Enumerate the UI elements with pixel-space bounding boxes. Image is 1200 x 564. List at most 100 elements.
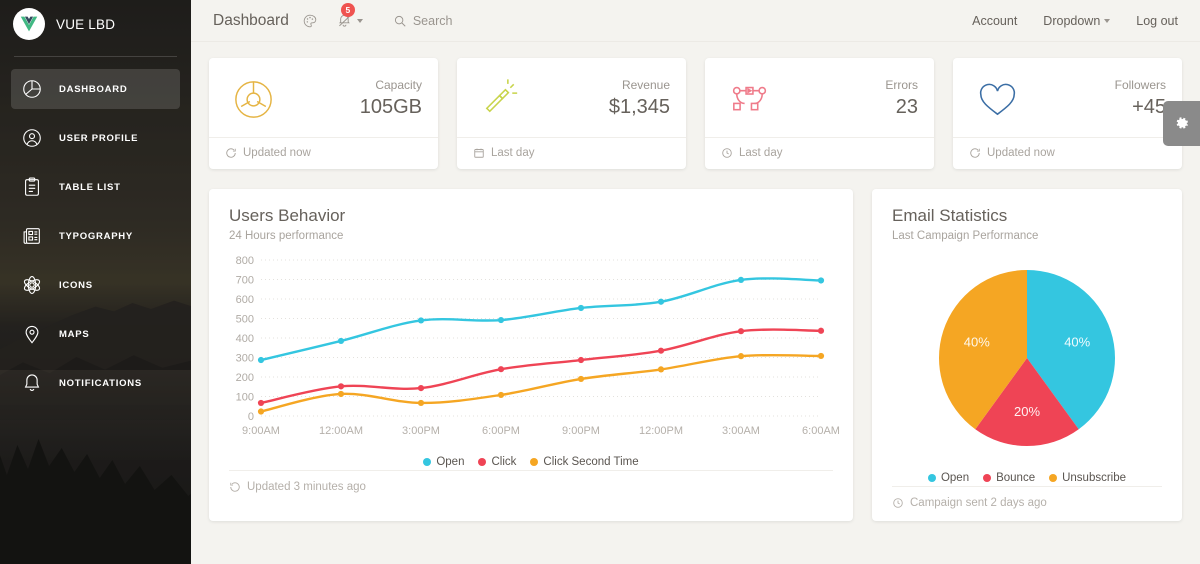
stat-card-footer-text: Last day: [739, 147, 783, 159]
legend-item-click-second-time[interactable]: Click Second Time: [530, 456, 639, 468]
svg-text:40%: 40%: [1064, 335, 1090, 350]
brand[interactable]: VUE LBD: [0, 0, 191, 48]
legend-item-click[interactable]: Click: [478, 456, 516, 468]
page-title: Dashboard: [213, 11, 289, 29]
topbar-right-nav: Account Dropdown Log out: [972, 14, 1178, 28]
panel-footer-text: Campaign sent 2 days ago: [910, 497, 1047, 509]
svg-text:600: 600: [236, 294, 254, 306]
svg-text:12:00PM: 12:00PM: [639, 425, 683, 437]
stat-card-footer-text: Updated now: [987, 147, 1055, 159]
stat-card-text: Capacity 105GB: [360, 78, 422, 121]
legend-item-open[interactable]: Open: [423, 456, 464, 468]
notification-badge: 5: [340, 3, 355, 17]
sidebar-item-dashboard[interactable]: Dashboard: [11, 69, 180, 109]
logout-link[interactable]: Log out: [1136, 14, 1178, 28]
stat-card-body: Followers +45: [953, 58, 1182, 137]
panel-footer: Campaign sent 2 days ago: [892, 486, 1162, 521]
notifications-dropdown-button[interactable]: 5: [336, 3, 363, 29]
sidebar-item-label: Table List: [59, 181, 121, 193]
sidebar-item-typography[interactable]: Typography: [11, 216, 180, 256]
gear-icon: [1172, 114, 1191, 133]
stat-card-footer: Updated now: [209, 137, 438, 169]
panel-header: Email Statistics Last Campaign Performan…: [872, 189, 1182, 242]
legend-item-bounce[interactable]: Bounce: [983, 472, 1035, 484]
svg-text:400: 400: [236, 333, 254, 345]
stat-card-errors: Errors 23 Last day: [705, 58, 934, 169]
user-circle-icon: [21, 127, 43, 149]
stat-card-label: Followers: [1114, 78, 1166, 93]
svg-text:3:00PM: 3:00PM: [402, 425, 440, 437]
sidebar-item-notifications[interactable]: Notifications: [11, 363, 180, 403]
main-panel: Dashboard 5 Search Account Dropdown Log …: [191, 0, 1200, 564]
stat-card-row: Capacity 105GB Updated now Revenue $1,34…: [209, 58, 1182, 169]
dropdown-menu-link[interactable]: Dropdown: [1043, 14, 1111, 28]
stat-card-label: Revenue: [621, 78, 670, 93]
legend-swatch: [530, 458, 539, 466]
svg-text:200: 200: [236, 372, 254, 384]
chart-panel-row: Users Behavior 24 Hours performance 0 100…: [209, 189, 1182, 521]
svg-text:9:00PM: 9:00PM: [562, 425, 600, 437]
content-area: Capacity 105GB Updated now Revenue $1,34…: [191, 42, 1200, 521]
sidebar-item-user-profile[interactable]: User Profile: [11, 118, 180, 158]
heart-icon: [969, 76, 1025, 123]
stat-card-body: Revenue $1,345: [457, 58, 686, 137]
stat-card-body: Capacity 105GB: [209, 58, 438, 137]
legend-swatch: [927, 474, 936, 482]
palette-icon-button[interactable]: [302, 13, 318, 29]
topbar: Dashboard 5 Search Account Dropdown Log …: [191, 0, 1200, 42]
pie-chart-icon: [21, 78, 43, 100]
stat-card-label: Errors: [885, 78, 918, 93]
clock-icon: [721, 147, 733, 159]
panel-subtitle: Last Campaign Performance: [892, 230, 1039, 242]
svg-text:500: 500: [236, 314, 254, 326]
pie-chart[interactable]: 40% 20% 40%: [872, 242, 1182, 458]
sidebar-item-icons[interactable]: Icons: [11, 265, 180, 305]
panel-header: Users Behavior 24 Hours performance: [209, 189, 853, 242]
stat-card-footer: Last day: [457, 137, 686, 169]
svg-text:12:00AM: 12:00AM: [319, 425, 363, 437]
users-behavior-panel: Users Behavior 24 Hours performance 0 100…: [209, 189, 853, 521]
stat-card-capacity: Capacity 105GB Updated now: [209, 58, 438, 169]
sidebar-item-table-list[interactable]: Table List: [11, 167, 180, 207]
stat-card-text: Followers +45: [1115, 78, 1166, 121]
line-chart[interactable]: 0 100 200 300 400 500 600 700 800 9:00AM 12:00AM 3:…: [209, 242, 853, 442]
pie-chart-legend: Open Bounce Unsubscribe: [872, 458, 1182, 486]
palette-icon: [302, 13, 318, 29]
stat-card-footer: Last day: [705, 137, 934, 169]
legend-item-unsubscribe[interactable]: Unsubscribe: [1049, 472, 1126, 484]
email-statistics-panel: Email Statistics Last Campaign Performan…: [872, 189, 1182, 521]
git-graph-icon: [721, 76, 777, 123]
sidebar-item-label: Typography: [59, 230, 134, 242]
calendar-icon: [473, 147, 485, 159]
sidebar-item-label: Maps: [59, 328, 90, 340]
sidebar-item-maps[interactable]: Maps: [11, 314, 180, 354]
topbar-icon-group: 5: [302, 3, 363, 29]
stat-card-value: +45: [1132, 95, 1166, 118]
sidebar-item-label: Icons: [59, 279, 93, 291]
donut-chart-icon: [225, 76, 281, 123]
sidebar-item-label: Dashboard: [59, 83, 128, 95]
stat-card-value: 23: [895, 95, 918, 118]
sidebar-divider: [14, 56, 177, 57]
legend-swatch: [983, 474, 992, 482]
clipboard-icon: [21, 176, 43, 198]
svg-text:6:00PM: 6:00PM: [482, 425, 520, 437]
refresh-icon: [969, 147, 981, 159]
search-icon: [393, 14, 407, 28]
stat-card-value: 105GB: [359, 95, 422, 118]
svg-text:40%: 40%: [964, 335, 990, 350]
search-input[interactable]: Search: [393, 14, 452, 28]
history-icon: [229, 481, 241, 493]
legend-item-open[interactable]: Open: [927, 472, 969, 484]
refresh-icon: [225, 147, 237, 159]
svg-text:20%: 20%: [1014, 404, 1040, 419]
account-link[interactable]: Account: [972, 14, 1017, 28]
stat-card-text: Errors 23: [885, 78, 918, 121]
stat-card-footer: Updated now: [953, 137, 1182, 169]
stat-card-value: $1,345: [608, 95, 670, 118]
sidebar: VUE LBD Dashboard: [0, 0, 191, 564]
settings-toggle-button[interactable]: [1163, 101, 1200, 146]
vue-logo-icon: [13, 8, 45, 40]
pie-chart-svg: 40% 20% 40%: [939, 270, 1115, 446]
sidebar-item-label: User Profile: [59, 132, 139, 144]
